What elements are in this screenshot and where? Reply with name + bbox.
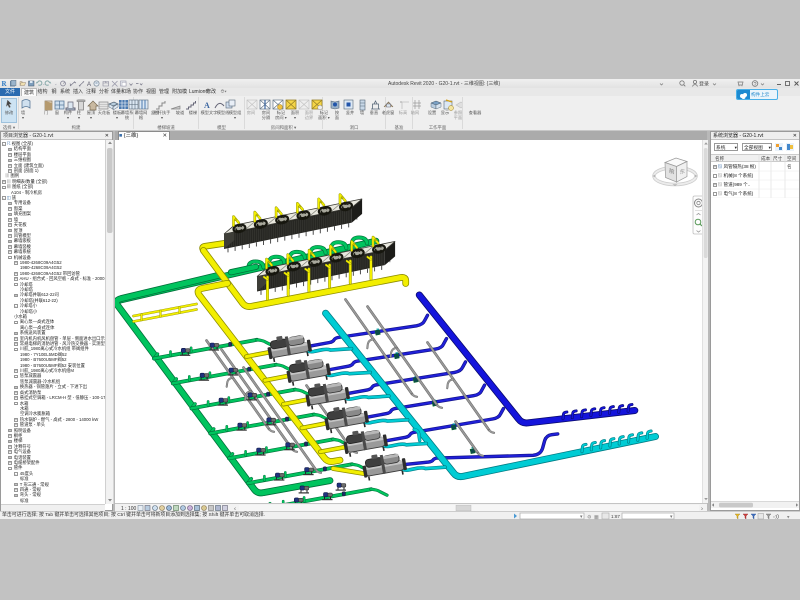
svg-text:▦: ▦ [594, 514, 599, 520]
svg-text:▫:0: ▫:0 [773, 514, 779, 520]
svg-text:A: A [204, 101, 210, 110]
svg-text:登录: 登录 [699, 81, 709, 88]
svg-text:1:87: 1:87 [611, 514, 620, 519]
svg-text:?: ? [754, 82, 757, 88]
svg-text:▾: ▾ [787, 514, 790, 520]
svg-text:⚙: ⚙ [587, 514, 592, 520]
svg-text:R: R [2, 80, 8, 88]
